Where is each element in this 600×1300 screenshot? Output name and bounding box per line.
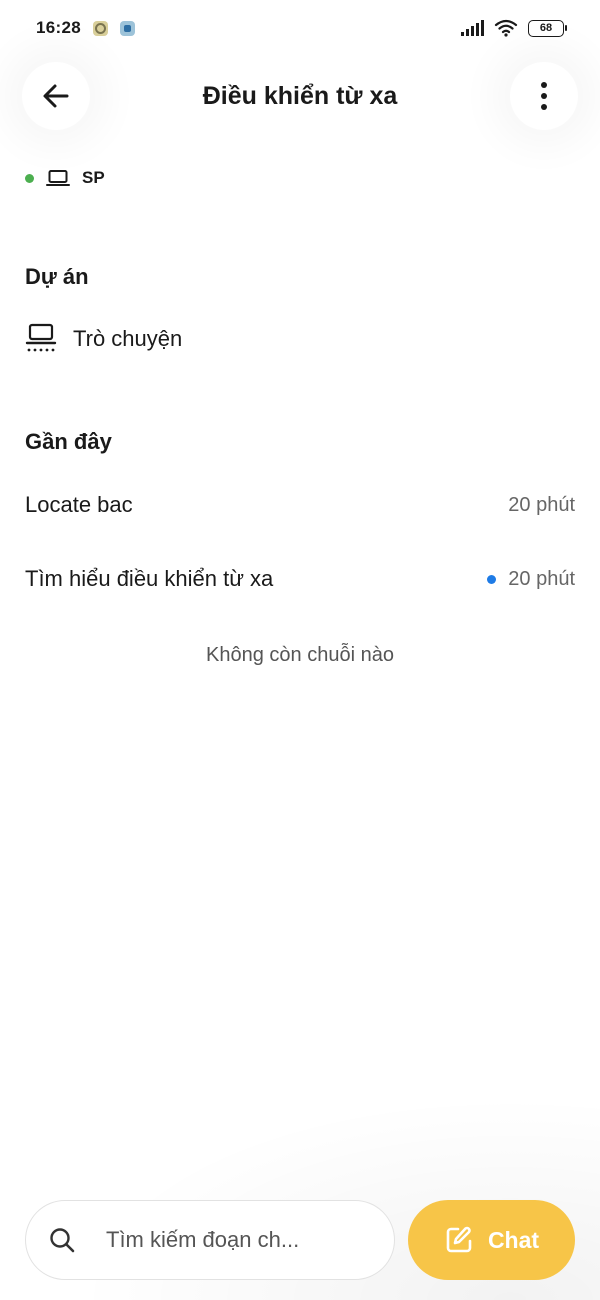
no-more-threads-text: Không còn chuỗi nào: [206, 644, 394, 666]
status-bar: 16:28 68: [0, 0, 600, 56]
recent-thread-item[interactable]: Tìm hiểu điều khiển từ xa 20 phút: [25, 566, 575, 592]
thread-meta: 20 phút: [487, 568, 575, 591]
project-item[interactable]: Trò chuyện: [25, 322, 182, 356]
device-name: SP: [82, 168, 105, 187]
battery-level: 68: [539, 22, 553, 34]
online-status-dot: [25, 173, 34, 183]
edit-icon: [446, 1226, 472, 1253]
battery-indicator: 68: [528, 19, 567, 37]
thread-title: Locate bac: [25, 492, 133, 517]
notification-icon: [119, 20, 135, 36]
chat-button[interactable]: Chat: [408, 1200, 575, 1280]
status-time: 16:28: [36, 18, 81, 37]
thread-time: 20 phút: [508, 567, 575, 590]
device-status[interactable]: SP: [25, 168, 105, 188]
recent-thread-item[interactable]: Locate bac 20 phút: [25, 492, 575, 518]
more-vertical-icon: [541, 82, 547, 110]
notification-icon: [92, 20, 108, 36]
thread-title: Tìm hiểu điều khiển từ xa: [25, 566, 274, 591]
search-input[interactable]: Tìm kiếm đoạn ch...: [25, 1200, 395, 1280]
signal-icon: [461, 20, 484, 36]
wifi-icon: [494, 19, 518, 37]
search-icon: [50, 1228, 75, 1253]
header: Điều khiển từ xa: [0, 62, 600, 132]
arrow-left-icon: [43, 84, 69, 108]
back-button[interactable]: [22, 62, 90, 130]
projects-heading: Dự án: [25, 264, 89, 289]
thread-meta: 20 phút: [508, 494, 575, 517]
unread-dot: [487, 574, 497, 584]
status-right: 68: [461, 19, 567, 37]
status-left: 16:28: [36, 18, 135, 38]
search-placeholder: Tìm kiếm đoạn ch...: [106, 1227, 300, 1252]
chat-button-label: Chat: [487, 1226, 540, 1253]
more-options-button[interactable]: [510, 62, 578, 130]
recent-heading: Gần đây: [25, 429, 112, 454]
laptop-icon: [46, 170, 70, 186]
project-label: Trò chuyện: [73, 326, 183, 351]
thread-time: 20 phút: [508, 493, 575, 516]
laptop-sparkle-icon: [25, 323, 57, 352]
